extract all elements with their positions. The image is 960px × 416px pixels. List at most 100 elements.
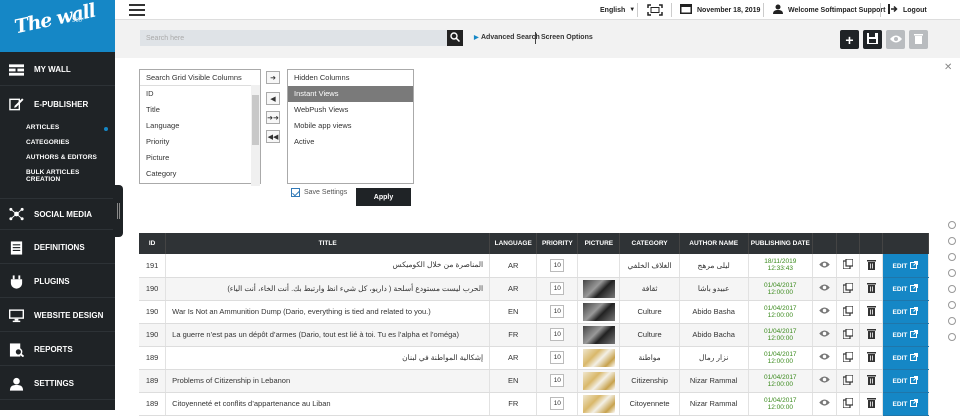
sidebar-item-plugins[interactable]: PLUGINS (0, 266, 115, 298)
save-button[interactable] (863, 30, 882, 49)
apply-button[interactable]: Apply (356, 188, 411, 206)
move-right-button[interactable]: ➜ (266, 71, 280, 84)
title-cell[interactable]: War Is Not an Ammunition Dump (Dario, ev… (165, 300, 491, 324)
thumbnail-image[interactable] (582, 325, 615, 344)
priority-input[interactable]: 10 (550, 374, 565, 387)
search-input[interactable]: Search here (140, 30, 448, 46)
sidebar-item-reports[interactable]: REPORTS (0, 334, 115, 366)
title-cell[interactable]: Problems of Citizenship in Lebanon (165, 369, 491, 393)
eye-icon[interactable] (819, 284, 830, 293)
user-menu[interactable]: Welcome Softimpact Support (773, 0, 886, 20)
move-all-left-button[interactable]: ◀◀ (266, 130, 280, 143)
list-item[interactable]: Mobile app views (288, 118, 413, 134)
column-header[interactable] (859, 233, 883, 254)
pager-dot[interactable] (948, 333, 956, 341)
title-cell[interactable]: المناصرة من خلال الكوميكس (165, 254, 491, 278)
edit-button[interactable]: EDIT (882, 254, 930, 278)
pager-dot[interactable] (948, 221, 956, 229)
table-row[interactable]: 189 Problems of Citizenship in Lebanon EN 1… (139, 369, 930, 393)
scrollbar[interactable] (251, 85, 260, 186)
pager-dot[interactable] (948, 317, 956, 325)
eye-icon[interactable] (819, 261, 830, 270)
add-button[interactable]: + (840, 30, 859, 49)
pager-dot[interactable] (948, 285, 956, 293)
pager-dot[interactable] (948, 253, 956, 261)
save-settings-checkbox[interactable] (291, 188, 300, 197)
close-icon[interactable]: ✕ (944, 62, 952, 73)
column-header[interactable]: PUBLISHING DATE (748, 233, 814, 254)
title-cell[interactable]: إشكالية المواطنة في لبنان (165, 346, 491, 370)
copy-icon[interactable] (842, 350, 854, 364)
column-header[interactable]: LANGUAGE (489, 233, 538, 254)
advanced-search-link[interactable]: Advanced Search (481, 34, 540, 41)
pager-dot[interactable] (948, 237, 956, 245)
eye-icon[interactable] (819, 376, 830, 385)
eye-icon[interactable] (819, 399, 830, 408)
thumbnail-image[interactable] (582, 302, 615, 321)
column-header[interactable] (812, 233, 837, 254)
edit-button[interactable]: EDIT (882, 277, 930, 301)
eye-icon[interactable] (819, 330, 830, 339)
eye-icon[interactable] (819, 353, 830, 362)
trash-icon[interactable] (866, 259, 876, 272)
trash-icon[interactable] (866, 374, 876, 387)
copy-icon[interactable] (842, 304, 854, 318)
thumbnail-image[interactable] (582, 279, 615, 298)
table-row[interactable]: 189 Citoyenneté et conflits d’appartenanc… (139, 392, 930, 416)
table-row[interactable]: 189 إشكالية المواطنة في لبنان AR 10 مواطنة نز… (139, 346, 930, 370)
logout-button[interactable]: Logout (888, 0, 927, 20)
sidebar-item-definitions[interactable]: DEFINITIONS (0, 232, 115, 264)
priority-input[interactable]: 10 (550, 282, 565, 295)
view-button[interactable] (886, 30, 905, 49)
sidebar-item-settings[interactable]: SETTINGS (0, 368, 115, 400)
title-cell[interactable]: La guerre n’est pas un dépôt d’armes (Da… (165, 323, 491, 347)
column-header[interactable]: CATEGORY (619, 233, 680, 254)
table-row[interactable]: 190 La guerre n’est pas un dépôt d’armes … (139, 323, 930, 347)
list-item[interactable]: ID (140, 86, 260, 102)
menu-icon[interactable] (129, 4, 145, 16)
column-header[interactable] (882, 233, 930, 254)
sidebar-collapse-handle[interactable] (113, 185, 123, 237)
copy-icon[interactable] (842, 281, 854, 295)
column-header[interactable]: AUTHOR NAME (679, 233, 749, 254)
priority-input[interactable]: 10 (550, 258, 565, 272)
priority-input[interactable]: 10 (550, 328, 565, 341)
column-header[interactable]: PRIORITY (536, 233, 579, 254)
table-row[interactable]: 190 War Is Not an Ammunition Dump (Dario,… (139, 300, 930, 324)
list-item[interactable]: Title (140, 102, 260, 118)
table-row[interactable]: 191 المناصرة من خلال الكوميكس AR 10 الغلاف ا… (139, 254, 930, 278)
sidebar-item-my-wall[interactable]: MY WALL (0, 54, 115, 86)
fullscreen-icon[interactable] (647, 0, 663, 20)
title-cell[interactable]: Citoyenneté et conflits d’appartenance a… (165, 392, 491, 416)
pager-dot[interactable] (948, 269, 956, 277)
thumbnail-image[interactable] (582, 348, 615, 367)
title-cell[interactable]: الحرب ليست مستودع أسلحة ( داريو، كل شيء … (165, 277, 491, 301)
copy-icon[interactable] (842, 258, 854, 271)
edit-button[interactable]: EDIT (882, 369, 930, 393)
move-all-right-button[interactable]: ➜➜ (266, 111, 280, 124)
pager-dot[interactable] (948, 301, 956, 309)
sidebar-item-e-publisher[interactable]: E-PUBLISHER (0, 88, 115, 120)
subitem-articles[interactable]: ARTICLES (26, 124, 59, 131)
delete-button[interactable] (909, 30, 928, 49)
priority-input[interactable]: 10 (550, 397, 565, 410)
subitem-authors-editors[interactable]: AUTHORS & EDITORS (26, 154, 97, 161)
trash-icon[interactable] (866, 351, 876, 364)
language-select[interactable]: English ▼ (600, 0, 635, 20)
list-item[interactable]: WebPush Views (288, 102, 413, 118)
list-item[interactable]: Picture (140, 150, 260, 166)
edit-button[interactable]: EDIT (882, 300, 930, 324)
sidebar-item-website-design[interactable]: WEBSITE DESIGN (0, 300, 115, 332)
visible-columns-list[interactable]: Search Grid Visible Columns ID Title Lan… (139, 69, 261, 186)
logo[interactable]: The wall 360° (0, 0, 115, 52)
hidden-columns-list[interactable]: Hidden Columns Instant Views WebPush Vie… (287, 69, 414, 184)
priority-input[interactable]: 10 (550, 351, 565, 364)
sidebar-item-social-media[interactable]: SOCIAL MEDIA (0, 198, 115, 230)
edit-button[interactable]: EDIT (882, 346, 930, 370)
list-item[interactable]: Priority (140, 134, 260, 150)
table-row[interactable]: 190 الحرب ليست مستودع أسلحة ( داريو، كل ش… (139, 277, 930, 301)
thumbnail-image[interactable] (582, 371, 615, 390)
copy-icon[interactable] (842, 373, 854, 387)
trash-icon[interactable] (866, 328, 876, 341)
list-item-selected[interactable]: Instant Views (288, 86, 413, 102)
